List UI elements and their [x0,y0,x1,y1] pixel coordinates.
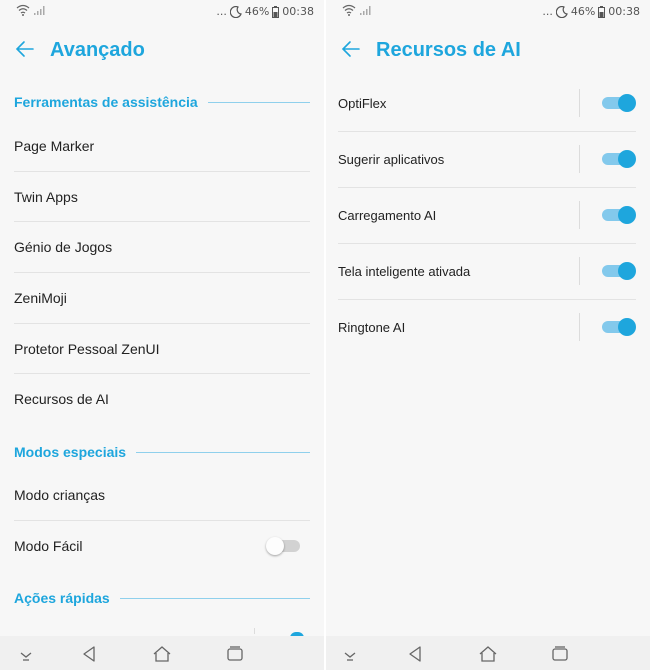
section-title: Modos especiais [14,444,127,460]
item-label: Carregamento AI [338,207,437,223]
ringtone-ai-toggle[interactable] [602,318,636,336]
toggle-knob [618,94,636,112]
item-label: OptiFlex [338,95,387,111]
vertical-separator [579,313,580,341]
toggle-knob [266,537,284,555]
home-icon[interactable] [478,645,498,663]
item-label: Ringtone AI [338,319,406,335]
recents-icon[interactable] [225,645,245,663]
app-bar: Avançado [0,34,324,68]
smart-screen-toggle[interactable] [602,262,636,280]
vertical-separator [579,89,580,117]
navigation-bar [326,636,650,670]
ai-item-optiflex[interactable]: OptiFlex [338,75,636,131]
ai-item-suggest-apps[interactable]: Sugerir aplicativos [338,131,636,187]
vertical-separator [579,201,580,229]
partial-separator [254,628,255,634]
app-bar: Recursos de AI [326,34,650,68]
ai-charging-toggle[interactable] [602,206,636,224]
moon-icon [555,5,568,18]
home-icon[interactable] [152,645,172,663]
toggle-knob [618,150,636,168]
expand-icon[interactable] [340,645,360,663]
settings-item-game-genie[interactable]: Génio de Jogos [14,222,310,272]
back-icon[interactable] [406,645,426,663]
item-label: ZeniMoji [14,290,67,306]
section-header-special-modes: Modos especiais [14,442,310,462]
toggle-knob [618,262,636,280]
item-label: Twin Apps [14,189,78,205]
status-time: 00:38 [608,5,640,18]
settings-item-ai-features[interactable]: Recursos de AI [14,374,310,424]
back-arrow-icon[interactable] [338,36,364,62]
signal-icon [34,5,46,15]
moon-icon [229,5,242,18]
battery-icon [598,5,606,18]
ai-features-screen: ... 46% 00:38 Recursos de AI OptiFlex Su… [326,0,650,670]
status-bar: ... 46% 00:38 [326,0,650,24]
vertical-separator [579,257,580,285]
item-label: Sugerir aplicativos [338,151,445,167]
item-label: Page Marker [14,138,95,154]
advanced-settings-screen: ... 46% 00:38 Avançado Ferramentas de as… [0,0,324,670]
suggest-apps-toggle[interactable] [602,150,636,168]
section-divider [136,451,310,453]
settings-item-easy-mode[interactable]: Modo Fácil [14,521,310,571]
item-label: Génio de Jogos [14,239,113,255]
optiflex-toggle[interactable] [602,94,636,112]
section-divider [119,597,310,599]
battery-percent: 46% [570,5,596,18]
settings-item-zenui-protector[interactable]: Protetor Pessoal ZenUI [14,324,310,374]
settings-item-page-marker[interactable]: Page Marker [14,121,310,171]
recents-icon[interactable] [550,645,570,663]
status-bar: ... 46% 00:38 [0,0,324,24]
section-title: Ferramentas de assistência [14,94,198,110]
settings-item-twin-apps[interactable]: Twin Apps [14,172,310,222]
section-divider [207,101,310,103]
toggle-knob [618,206,636,224]
section-title: Ações rápidas [14,590,110,606]
vertical-separator [579,145,580,173]
settings-item-zenimoji[interactable]: ZeniMoji [14,273,310,323]
ai-item-ringtone-ai[interactable]: Ringtone AI [338,299,636,355]
section-header-assistance: Ferramentas de assistência [14,92,310,112]
status-dots: ... [542,5,553,18]
item-label: Modo crianças [14,487,106,503]
battery-percent: 46% [244,5,270,18]
battery-icon [272,5,280,18]
settings-item-kids-mode[interactable]: Modo crianças [14,470,310,520]
item-label: Recursos de AI [14,391,109,407]
expand-icon[interactable] [16,645,36,663]
wifi-icon [342,4,356,16]
ai-item-ai-charging[interactable]: Carregamento AI [338,187,636,243]
item-label: Tela inteligente ativada [338,263,471,279]
status-time: 00:38 [282,5,314,18]
status-dots: ... [216,5,227,18]
ai-item-smart-screen[interactable]: Tela inteligente ativada [338,243,636,299]
section-header-quick-actions: Ações rápidas [14,588,310,608]
navigation-bar [0,636,324,670]
toggle-knob [618,318,636,336]
back-icon[interactable] [80,645,100,663]
easy-mode-toggle[interactable] [266,537,300,555]
page-title: Avançado [50,39,145,61]
page-title: Recursos de AI [376,39,521,61]
back-arrow-icon[interactable] [12,36,38,62]
item-label: Protetor Pessoal ZenUI [14,341,160,357]
wifi-icon [16,4,30,16]
signal-icon [360,5,372,15]
